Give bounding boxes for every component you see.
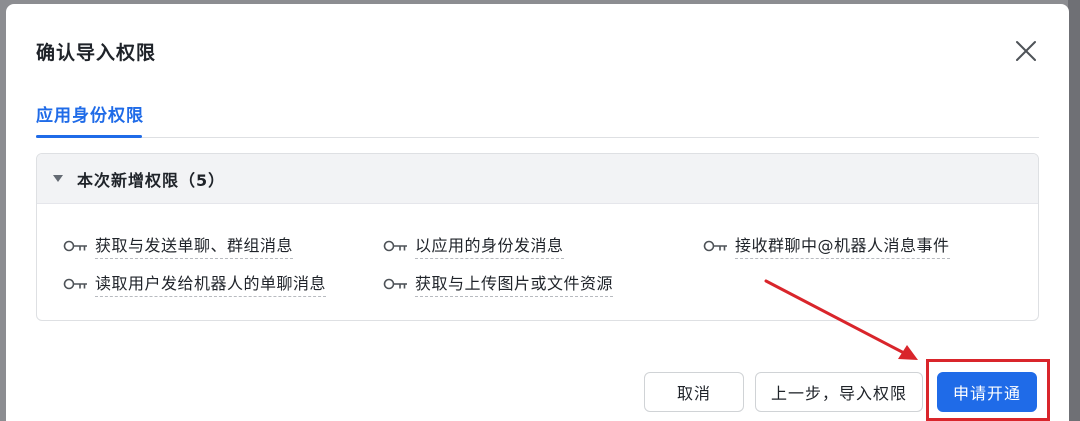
caret-down-icon	[53, 175, 63, 182]
cancel-button-label: 取消	[676, 384, 711, 403]
permission-item: 接收群聊中@机器人消息事件	[703, 232, 950, 259]
cancel-button[interactable]: 取消	[644, 372, 744, 412]
tab-app-identity-permissions[interactable]: 应用身份权限	[36, 92, 144, 138]
dialog-title: 确认导入权限	[36, 42, 157, 64]
permission-label: 获取与发送单聊、群组消息	[95, 232, 294, 259]
key-icon	[383, 240, 407, 251]
permission-item: 以应用的身份发消息	[383, 232, 564, 259]
back-button-label: 上一步，导入权限	[770, 384, 907, 403]
new-permissions-panel: 本次新增权限（5） 获取与发送单聊、群组消息 以应用的身份发消息 接收群聊中@机…	[36, 153, 1039, 321]
permission-label: 以应用的身份发消息	[415, 232, 564, 259]
back-import-permissions-button[interactable]: 上一步，导入权限	[755, 372, 923, 412]
tab-label: 应用身份权限	[36, 106, 144, 126]
backdrop	[1068, 0, 1080, 421]
tab-bar: 应用身份权限	[36, 92, 1039, 138]
permission-label: 获取与上传图片或文件资源	[415, 270, 614, 297]
panel-title: 本次新增权限（5）	[77, 170, 226, 190]
panel-header-toggle[interactable]: 本次新增权限（5）	[37, 154, 1038, 204]
active-tab-indicator	[36, 135, 142, 138]
permission-item: 获取与发送单聊、群组消息	[63, 232, 294, 259]
key-icon	[383, 278, 407, 289]
apply-activate-button[interactable]: 申请开通	[937, 372, 1037, 412]
apply-button-label: 申请开通	[952, 384, 1021, 403]
key-icon	[703, 240, 727, 251]
permission-item: 读取用户发给机器人的单聊消息	[63, 270, 327, 297]
permission-label: 读取用户发给机器人的单聊消息	[95, 270, 327, 297]
close-button[interactable]	[1012, 37, 1040, 65]
key-icon	[63, 240, 87, 251]
permission-item: 获取与上传图片或文件资源	[383, 270, 614, 297]
close-icon	[1016, 41, 1036, 61]
confirm-import-permissions-dialog: 确认导入权限 应用身份权限 本次新增权限（5） 获取与发送单聊、群组消息 以应用…	[6, 4, 1069, 421]
permission-label: 接收群聊中@机器人消息事件	[735, 232, 950, 259]
key-icon	[63, 278, 87, 289]
